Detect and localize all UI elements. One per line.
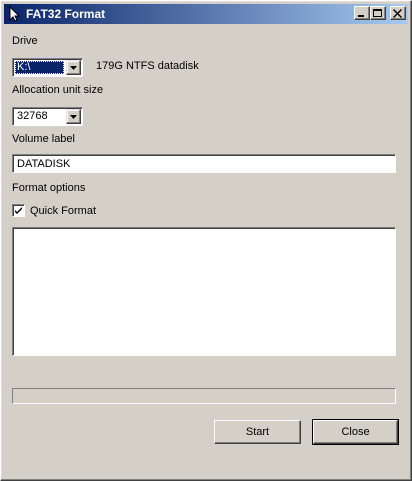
minimize-button[interactable] — [354, 6, 370, 20]
window-title: FAT32 Format — [26, 7, 106, 21]
drive-info: 179G NTFS datadisk — [96, 60, 199, 72]
allocation-select-value: 32768 — [17, 110, 48, 122]
allocation-select[interactable]: 32768 — [12, 107, 83, 126]
minimize-icon — [358, 15, 364, 17]
chevron-down-icon — [70, 66, 77, 70]
quick-format-checkbox[interactable] — [12, 204, 25, 217]
chevron-down-icon — [70, 115, 77, 119]
volume-label-value: DATADISK — [17, 158, 71, 170]
allocation-label: Allocation unit size — [12, 84, 104, 96]
maximize-icon — [373, 9, 382, 17]
format-window: FAT32 Format Drive K:\ 179G NTFS datadis… — [0, 0, 412, 481]
allocation-dropdown-button[interactable] — [66, 109, 81, 124]
drive-select[interactable]: K:\ — [12, 58, 83, 77]
drive-label: Drive — [12, 35, 38, 47]
start-button[interactable]: Start — [214, 420, 301, 444]
app-icon — [9, 6, 21, 22]
checkmark-icon — [15, 207, 22, 214]
close-button[interactable] — [390, 6, 406, 20]
log-output[interactable] — [12, 227, 396, 356]
progress-bar — [12, 388, 396, 404]
drive-dropdown-button[interactable] — [66, 60, 81, 75]
format-options-label: Format options — [12, 182, 86, 194]
volume-label: Volume label — [12, 133, 75, 145]
volume-label-input[interactable]: DATADISK — [12, 154, 396, 173]
drive-select-value: K:\ — [15, 61, 64, 74]
quick-format-label[interactable]: Quick Format — [30, 205, 96, 217]
close-icon — [393, 9, 402, 18]
maximize-button[interactable] — [370, 6, 386, 20]
close-dialog-button[interactable]: Close — [312, 419, 399, 445]
start-button-label: Start — [245, 426, 270, 438]
close-dialog-button-label: Close — [341, 426, 370, 438]
title-bar[interactable]: FAT32 Format — [4, 4, 408, 24]
